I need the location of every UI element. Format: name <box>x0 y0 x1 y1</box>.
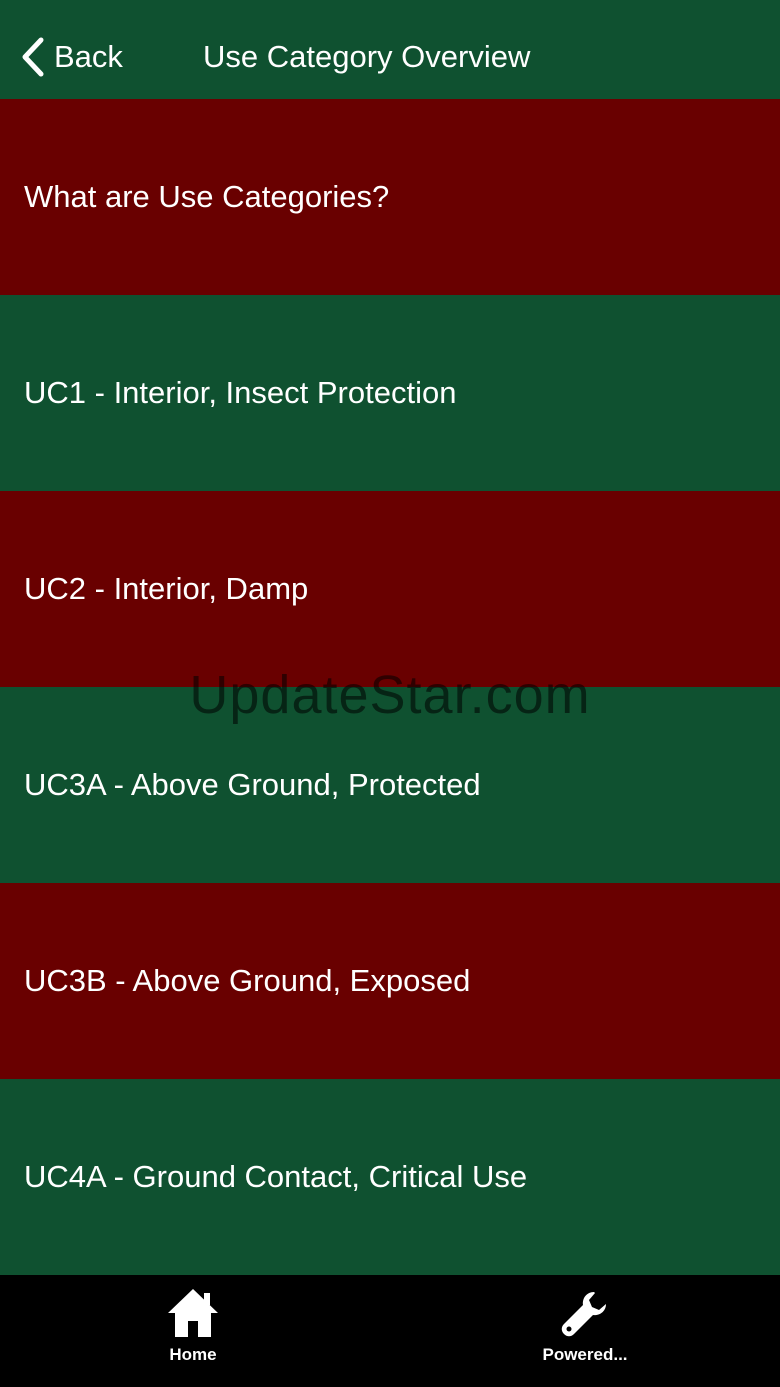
chevron-left-icon <box>22 37 44 77</box>
tab-bar: Home Powered... <box>0 1276 780 1387</box>
tab-home[interactable]: Home <box>93 1284 293 1374</box>
category-list: What are Use Categories? UC1 - Interior,… <box>0 99 780 1275</box>
list-item-label: What are Use Categories? <box>24 179 390 214</box>
tab-home-label: Home <box>169 1345 217 1364</box>
navigation-bar: Back Use Category Overview <box>0 0 780 99</box>
tab-powered[interactable]: Powered... <box>485 1284 685 1374</box>
back-button[interactable]: Back <box>20 34 123 80</box>
list-item-label: UC2 - Interior, Damp <box>24 571 309 606</box>
list-item-label: UC3A - Above Ground, Protected <box>24 767 481 802</box>
back-label: Back <box>54 39 123 74</box>
list-item-uc3b[interactable]: UC3B - Above Ground, Exposed <box>0 883 780 1079</box>
list-item-what-are-use-categories[interactable]: What are Use Categories? <box>0 99 780 295</box>
list-item-uc1[interactable]: UC1 - Interior, Insect Protection <box>0 295 780 491</box>
page-title: Use Category Overview <box>203 39 531 74</box>
list-item-label: UC4A - Ground Contact, Critical Use <box>24 1159 528 1194</box>
wrench-icon <box>561 1292 606 1337</box>
screen: Back Use Category Overview What are Use … <box>0 0 780 1387</box>
list-item-label: UC3B - Above Ground, Exposed <box>24 963 471 998</box>
list-item-uc4a[interactable]: UC4A - Ground Contact, Critical Use <box>0 1079 780 1275</box>
home-icon <box>168 1289 218 1337</box>
list-item-label: UC1 - Interior, Insect Protection <box>24 375 457 410</box>
list-item-uc2[interactable]: UC2 - Interior, Damp <box>0 491 780 687</box>
tab-powered-label: Powered... <box>542 1345 628 1364</box>
list-item-uc3a[interactable]: UC3A - Above Ground, Protected <box>0 687 780 883</box>
